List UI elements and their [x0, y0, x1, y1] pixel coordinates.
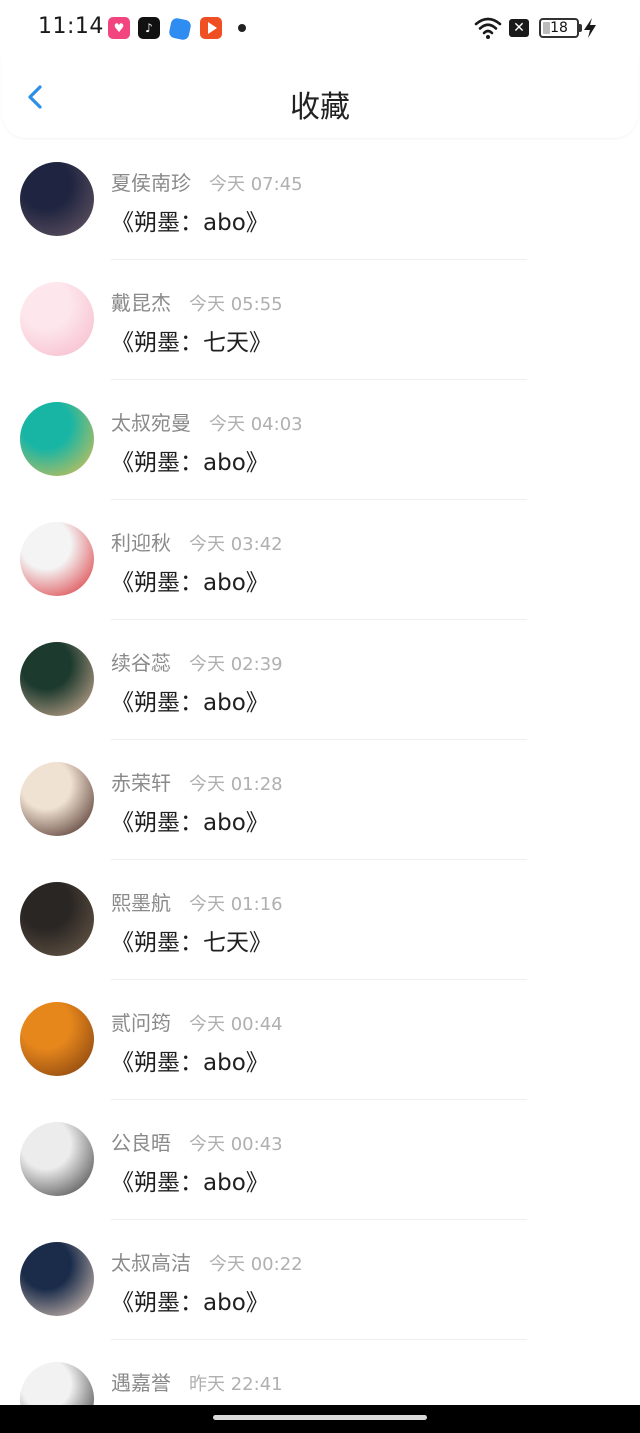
work-title: 《朔墨：abo》: [111, 690, 269, 716]
user-name: 熙墨航 今天 01:16: [111, 887, 283, 916]
work-title: 《朔墨：abo》: [111, 210, 269, 236]
timestamp: 今天 02:39: [189, 654, 283, 675]
work-title: 《朔墨：abo》: [111, 1170, 269, 1196]
list-item[interactable]: 贰问筠 今天 00:44 《朔墨：abo》: [0, 980, 640, 1100]
header-bar: 收藏: [2, 56, 638, 138]
user-name: 赤荣轩 今天 01:28: [111, 767, 283, 796]
list-item[interactable]: 夏侯南珍 今天 07:45 《朔墨：abo》: [0, 140, 640, 260]
user-name: 利迎秋 今天 03:42: [111, 527, 283, 556]
user-name-text: 续谷蕊: [111, 651, 171, 675]
avatar[interactable]: [20, 1242, 94, 1316]
user-name-text: 太叔高洁: [111, 1251, 191, 1275]
user-name-text: 戴昆杰: [111, 291, 171, 315]
user-name-text: 夏侯南珍: [111, 171, 191, 195]
user-name-text: 贰问筠: [111, 1011, 171, 1035]
timestamp: 昨天 22:41: [189, 1374, 283, 1395]
user-name: 戴昆杰 今天 05:55: [111, 287, 283, 316]
notification-dot: [238, 24, 246, 32]
user-name-text: 赤荣轩: [111, 771, 171, 795]
blue-app-icon: [168, 17, 192, 41]
list-item[interactable]: 续谷蕊 今天 02:39 《朔墨：abo》: [0, 620, 640, 740]
work-title: 《朔墨：abo》: [111, 450, 269, 476]
user-name-text: 遇嘉誉: [111, 1371, 171, 1395]
avatar[interactable]: [20, 1002, 94, 1076]
timestamp: 今天 01:28: [189, 774, 283, 795]
avatar[interactable]: [20, 162, 94, 236]
user-name-text: 利迎秋: [111, 531, 171, 555]
timestamp: 今天 04:03: [209, 414, 303, 435]
work-title: 《朔墨：abo》: [111, 1050, 269, 1076]
timestamp: 今天 00:22: [209, 1254, 303, 1275]
work-title: 《朔墨：abo》: [111, 1290, 269, 1316]
status-time: 11:14: [38, 14, 104, 39]
list-item[interactable]: 公良晤 今天 00:43 《朔墨：abo》: [0, 1100, 640, 1220]
avatar[interactable]: [20, 1122, 94, 1196]
page-title: 收藏: [290, 90, 350, 125]
user-name: 遇嘉誉 昨天 22:41: [111, 1367, 283, 1396]
avatar[interactable]: [20, 402, 94, 476]
avatar[interactable]: [20, 282, 94, 356]
user-name: 太叔宛曼 今天 04:03: [111, 407, 303, 436]
list-item[interactable]: 太叔宛曼 今天 04:03 《朔墨：abo》: [0, 380, 640, 500]
user-name: 续谷蕊 今天 02:39: [111, 647, 283, 676]
user-name-text: 公良晤: [111, 1131, 171, 1155]
user-name: 太叔高洁 今天 00:22: [111, 1247, 303, 1276]
favorites-screen: 11:14 ♥ ♪ ✕ 18 收藏 夏侯南珍 今天 07:45 《朔墨：abo》…: [0, 0, 640, 1433]
list-item[interactable]: 戴昆杰 今天 05:55 《朔墨：七天》: [0, 260, 640, 380]
list-item[interactable]: 熙墨航 今天 01:16 《朔墨：七天》: [0, 860, 640, 980]
timestamp: 今天 05:55: [189, 294, 283, 315]
close-icon: ✕: [509, 19, 529, 37]
list-item[interactable]: 太叔高洁 今天 00:22 《朔墨：abo》: [0, 1220, 640, 1340]
lofter-app-icon: ♥: [108, 17, 130, 39]
user-name: 贰问筠 今天 00:44: [111, 1007, 283, 1036]
wifi-icon: [474, 17, 502, 39]
work-title: 《朔墨：abo》: [111, 810, 269, 836]
user-name-text: 太叔宛曼: [111, 411, 191, 435]
navigation-bar: [0, 1405, 640, 1433]
video-app-icon: [200, 17, 222, 39]
home-indicator[interactable]: [213, 1415, 427, 1420]
avatar[interactable]: [20, 522, 94, 596]
status-bar: 11:14 ♥ ♪ ✕ 18: [0, 0, 640, 56]
user-name: 公良晤 今天 00:43: [111, 1127, 283, 1156]
avatar[interactable]: [20, 882, 94, 956]
timestamp: 今天 01:16: [189, 894, 283, 915]
work-title: 《朔墨：abo》: [111, 570, 269, 596]
charging-bolt-icon: [584, 18, 596, 38]
avatar[interactable]: [20, 1362, 94, 1405]
avatar[interactable]: [20, 762, 94, 836]
list-item[interactable]: 遇嘉誉 昨天 22:41: [0, 1340, 640, 1405]
timestamp: 今天 00:44: [189, 1014, 283, 1035]
work-title: 《朔墨：七天》: [111, 930, 272, 956]
battery-level: 18: [550, 20, 568, 36]
user-name-text: 熙墨航: [111, 891, 171, 915]
favorites-list: 夏侯南珍 今天 07:45 《朔墨：abo》 戴昆杰 今天 05:55 《朔墨：七天》 太叔…: [0, 140, 640, 1405]
timestamp: 今天 03:42: [189, 534, 283, 555]
timestamp: 今天 00:43: [189, 1134, 283, 1155]
list-item[interactable]: 利迎秋 今天 03:42 《朔墨：abo》: [0, 500, 640, 620]
avatar[interactable]: [20, 642, 94, 716]
list-item[interactable]: 赤荣轩 今天 01:28 《朔墨：abo》: [0, 740, 640, 860]
user-name: 夏侯南珍 今天 07:45: [111, 167, 303, 196]
work-title: 《朔墨：七天》: [111, 330, 272, 356]
timestamp: 今天 07:45: [209, 174, 303, 195]
tiktok-app-icon: ♪: [138, 17, 160, 39]
battery-icon: 18: [539, 18, 579, 38]
